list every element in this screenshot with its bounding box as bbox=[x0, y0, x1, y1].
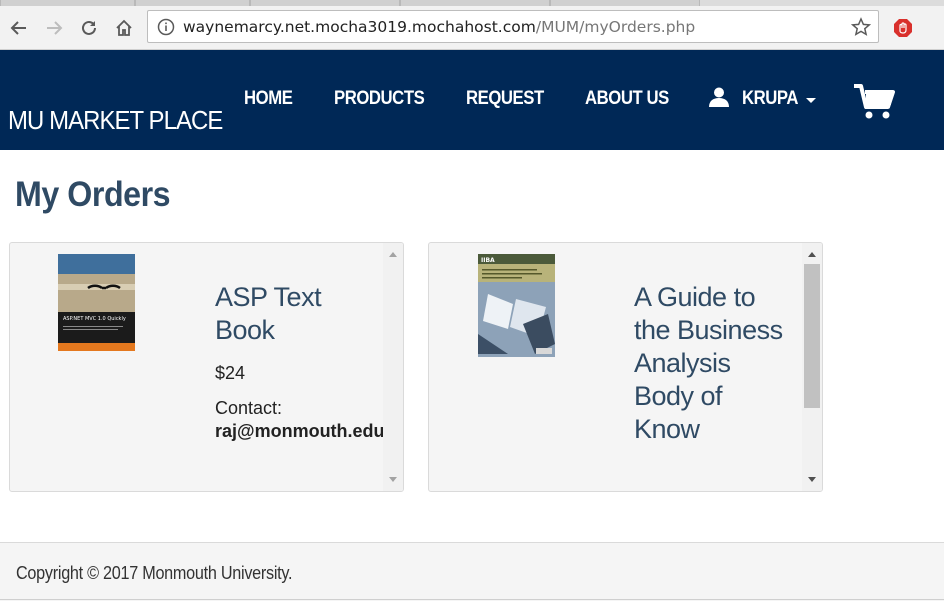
page-title: My Orders bbox=[15, 175, 171, 214]
order-product-title[interactable]: ASP Text Book bbox=[215, 281, 370, 347]
product-image[interactable]: ASP.NET MVC 1.0 Quickly bbox=[58, 254, 135, 351]
card-scrollbar[interactable] bbox=[802, 243, 822, 491]
reload-button[interactable] bbox=[75, 14, 103, 42]
cover-title: ASP.NET MVC 1.0 Quickly bbox=[63, 316, 126, 322]
scroll-down-arrow-icon[interactable] bbox=[389, 477, 397, 482]
info-icon[interactable] bbox=[157, 18, 175, 36]
browser-toolbar: waynemarcy.net.mocha3019.mochahost.com/M… bbox=[0, 6, 944, 50]
contact-email: raj@monmouth.edu bbox=[215, 421, 385, 441]
url-host: waynemarcy.net.mocha3019.mochahost.com bbox=[183, 18, 536, 36]
scroll-up-arrow-icon[interactable] bbox=[808, 252, 816, 257]
site-footer: Copyright © 2017 Monmouth University. bbox=[0, 542, 944, 601]
contact-label: Contact: bbox=[215, 398, 283, 418]
nav-about-us[interactable]: ABOUT US bbox=[585, 88, 669, 110]
url-path: /MUM/myOrders.php bbox=[535, 18, 696, 36]
footer-divider bbox=[0, 599, 944, 600]
order-price: $24 bbox=[215, 363, 246, 383]
order-card: IIBA A Guide to the Business Analysis Bo… bbox=[428, 242, 823, 492]
scrollbar-thumb[interactable] bbox=[804, 264, 820, 408]
nav-request[interactable]: REQUEST bbox=[466, 88, 544, 110]
forward-arrow-icon bbox=[47, 21, 63, 35]
back-arrow-icon bbox=[10, 21, 26, 35]
product-image[interactable]: IIBA bbox=[478, 254, 555, 357]
nav-home[interactable]: HOME bbox=[244, 88, 293, 110]
copyright-text: Copyright © 2017 Monmouth University. bbox=[16, 563, 293, 583]
home-icon bbox=[116, 19, 132, 36]
order-card: ASP.NET MVC 1.0 Quickly ASP Text Book $2… bbox=[9, 242, 404, 492]
order-product-title[interactable]: A Guide to the Business Analysis Body of… bbox=[634, 281, 789, 446]
site-navbar: MU MARKET PLACE HOME PRODUCTS REQUEST AB… bbox=[0, 50, 944, 150]
brand-logo-text[interactable]: MU MARKET PLACE bbox=[8, 105, 223, 136]
home-button[interactable] bbox=[110, 14, 138, 42]
user-menu-toggle[interactable]: KRUPA bbox=[742, 88, 798, 110]
reload-icon bbox=[82, 20, 96, 35]
chevron-down-icon bbox=[806, 98, 816, 103]
forward-button[interactable] bbox=[40, 14, 68, 42]
cover-logo-text: IIBA bbox=[481, 257, 495, 264]
bookmark-star-icon[interactable] bbox=[851, 17, 871, 37]
back-button[interactable] bbox=[5, 14, 33, 42]
url-text[interactable]: waynemarcy.net.mocha3019.mochahost.com/M… bbox=[183, 18, 695, 36]
scroll-up-arrow-icon[interactable] bbox=[389, 252, 397, 257]
extension-stop-icon[interactable] bbox=[893, 18, 913, 38]
cart-icon[interactable] bbox=[853, 83, 897, 121]
card-scrollbar[interactable] bbox=[383, 243, 403, 491]
nav-products[interactable]: PRODUCTS bbox=[334, 88, 425, 110]
scroll-down-arrow-icon[interactable] bbox=[808, 477, 816, 482]
user-icon bbox=[709, 87, 729, 107]
address-bar[interactable]: waynemarcy.net.mocha3019.mochahost.com/M… bbox=[147, 10, 879, 43]
